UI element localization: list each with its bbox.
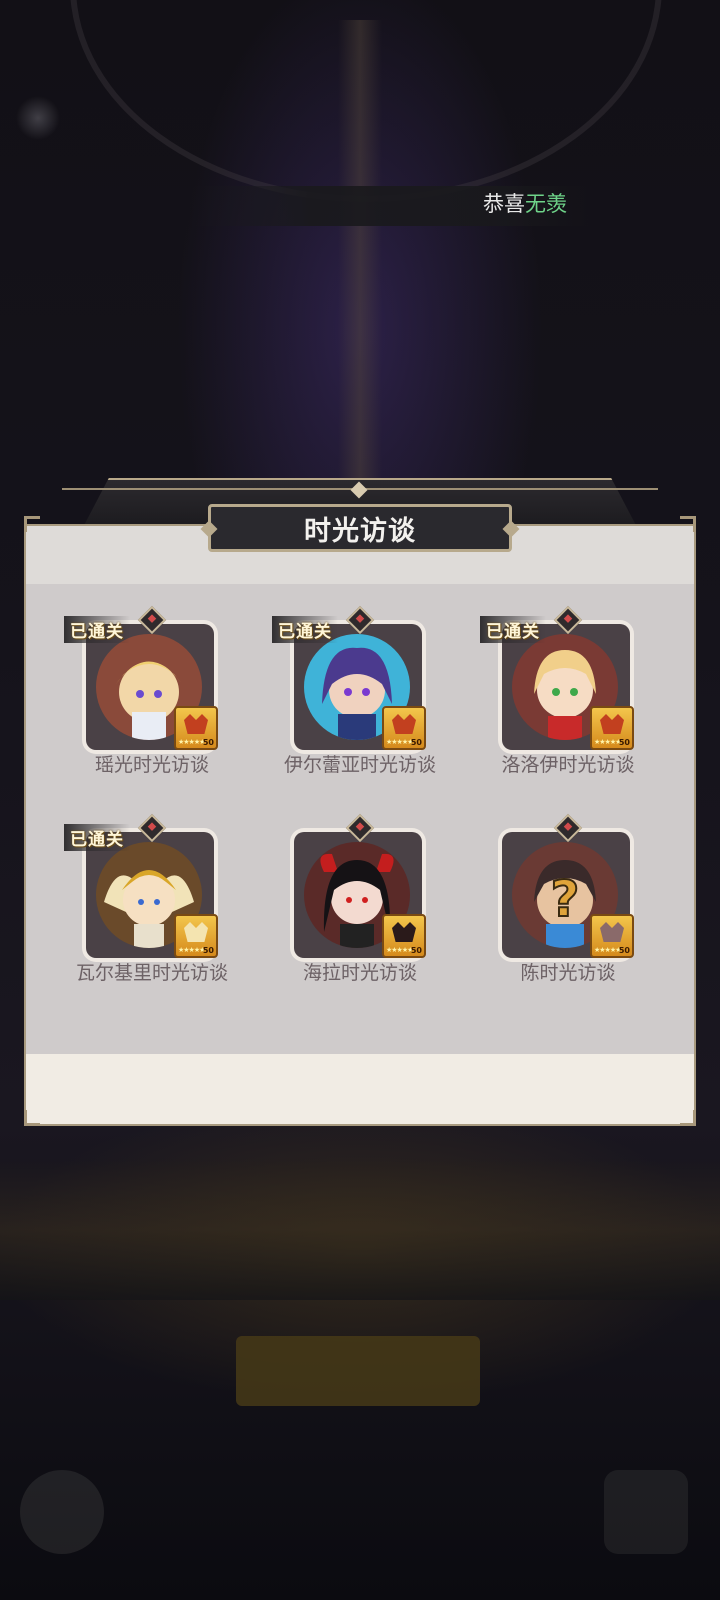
badge-level: 50: [202, 946, 214, 955]
cleared-tag: 已通关: [64, 824, 130, 851]
badge-level: 50: [618, 738, 630, 747]
panel-title: 时光访谈: [304, 515, 416, 547]
badge-stars: ★★★★★: [386, 738, 413, 746]
character-mini-icon: [184, 922, 208, 942]
interview-card[interactable]: 已通关 ★★★★★ 50 洛洛伊时光访谈: [458, 605, 678, 776]
badge-level: 50: [618, 946, 630, 955]
character-mini-icon: [600, 922, 624, 942]
badge-stars: ★★★★★: [178, 738, 205, 746]
corner-ornament-icon: [24, 516, 40, 532]
badge-level: 50: [410, 738, 422, 747]
panel-footer: [26, 1054, 694, 1124]
rank-badge-icon: ★★★★★ 50: [174, 706, 218, 750]
badge-stars: ★★★★★: [594, 946, 621, 954]
badge-level: 50: [410, 946, 422, 955]
badge-stars: ★★★★★: [386, 946, 413, 954]
card-label: 瓦尔基里时光访谈: [75, 962, 228, 984]
crown-icon: [600, 714, 624, 734]
interview-card[interactable]: 已通关 ★★★★★ 50 伊尔蕾亚时光访谈: [250, 605, 470, 776]
background-ground: [0, 1160, 720, 1300]
background-action-button: [236, 1336, 480, 1406]
card-label: 海拉时光访谈: [302, 962, 417, 984]
card-label: 瑶光时光访谈: [94, 754, 209, 776]
card-label: 洛洛伊时光访谈: [501, 754, 635, 776]
interview-card[interactable]: 已通关 ★★★★★ 50 瑶光时光访谈: [42, 605, 262, 776]
congrats-prefix: 恭喜: [483, 192, 525, 216]
rank-badge-icon: ★★★★★ 50: [382, 706, 426, 750]
character-mini-icon: [392, 922, 416, 942]
background-left-icon: [20, 1470, 104, 1554]
rank-badge-icon: ★★★★★ 50: [174, 914, 218, 958]
congrats-text: 恭喜无羡: [483, 190, 567, 218]
corner-ornament-icon: [680, 516, 696, 532]
cleared-tag: 已通关: [480, 616, 546, 643]
congrats-player-name: 无羡: [525, 192, 567, 216]
rank-badge-icon: ★★★★★ 50: [590, 914, 634, 958]
corner-ornament-icon: [24, 1110, 40, 1126]
background-right-icon: [604, 1470, 688, 1554]
svg-text:?: ?: [550, 870, 579, 928]
rank-badge-icon: ★★★★★ 50: [590, 706, 634, 750]
cleared-tag: 已通关: [64, 616, 130, 643]
rank-badge-icon: ★★★★★ 50: [382, 914, 426, 958]
panel-title-plate: 时光访谈: [200, 504, 520, 552]
badge-stars: ★★★★★: [594, 738, 621, 746]
badge-level: 50: [202, 738, 214, 747]
background-orb: [16, 96, 60, 140]
interview-card[interactable]: ★★★★★ 50 海拉时光访谈: [250, 813, 470, 984]
card-label: 伊尔蕾亚时光访谈: [283, 754, 436, 776]
badge-stars: ★★★★★: [178, 946, 205, 954]
crown-icon: [392, 714, 416, 734]
corner-ornament-icon: [680, 1110, 696, 1126]
background-pillar: [338, 20, 382, 490]
card-label: 陈时光访谈: [520, 962, 616, 984]
cleared-tag: 已通关: [272, 616, 338, 643]
interview-card[interactable]: 已通关 ★★★★★ 50 瓦尔基里时光访谈: [42, 813, 262, 984]
interview-card[interactable]: ? ★★★★★ 50 陈时光访谈: [458, 813, 678, 984]
crown-icon: [184, 714, 208, 734]
